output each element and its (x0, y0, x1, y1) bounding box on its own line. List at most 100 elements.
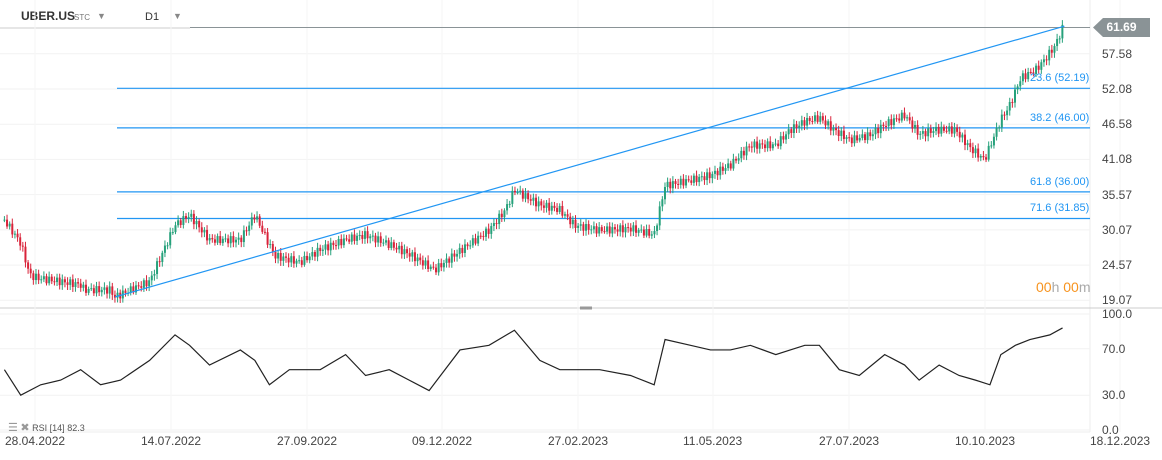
candle-body (837, 130, 840, 136)
candle-body (187, 216, 190, 219)
candle-body (363, 231, 366, 239)
candle-body (435, 267, 438, 273)
candle-body (308, 256, 311, 261)
candle-body (466, 244, 469, 247)
candle-body (861, 134, 864, 138)
candle-body (598, 227, 601, 234)
candle-body (498, 213, 501, 225)
candle-body (582, 224, 585, 231)
candle-body (8, 223, 11, 227)
candle-body (785, 134, 788, 140)
candle-body (640, 229, 643, 231)
candle-body (274, 251, 277, 259)
candle-body (371, 235, 374, 237)
candle-body (327, 244, 330, 251)
rsi-close-icon[interactable]: ✖ (20, 422, 29, 434)
candle-body (61, 279, 64, 286)
price-tick-label: 19.07 (1102, 293, 1133, 308)
candle-body (929, 128, 932, 133)
candle-body (345, 238, 348, 240)
timer-m-unit: m (1078, 279, 1091, 295)
candle-body (1042, 59, 1045, 63)
candle-timer: 00h 00m (1036, 279, 1091, 295)
candle-body (969, 143, 972, 148)
candle-body (824, 120, 827, 126)
candle-body (382, 242, 385, 244)
candle-body (745, 146, 748, 156)
rsi-tick-label: 30.0 (1102, 388, 1126, 403)
candle-body (792, 124, 795, 134)
price-tick-label: 24.57 (1102, 258, 1133, 273)
candle-body (982, 156, 985, 158)
candle-body (816, 115, 819, 122)
candle-body (469, 245, 472, 247)
candle-body (535, 197, 538, 207)
candle-body (161, 252, 164, 262)
candle-body (671, 181, 674, 189)
candle-body (842, 130, 845, 139)
candle-body (711, 173, 714, 179)
candle-body (13, 233, 16, 235)
candle-body (329, 242, 332, 251)
candle-body (287, 257, 290, 263)
candle-body (448, 258, 451, 263)
candle-body (50, 276, 53, 282)
candle-body (37, 273, 40, 281)
candle-body (737, 158, 740, 161)
candle-body (490, 226, 493, 234)
candle-body (900, 112, 903, 121)
candle-body (569, 216, 572, 225)
candle-body (458, 247, 461, 254)
candle-body (311, 252, 314, 257)
candle-body (971, 147, 974, 154)
candle-body (395, 247, 398, 250)
candle-body (227, 238, 230, 244)
candle-body (171, 232, 174, 234)
candle-body (337, 238, 340, 246)
candle-body (666, 181, 669, 188)
candle-body (545, 202, 548, 208)
candle-body (208, 237, 211, 241)
candle-body (908, 117, 911, 121)
candle-body (782, 136, 785, 140)
candle-body (987, 145, 990, 160)
candle-body (453, 253, 456, 257)
candle-body (290, 256, 293, 263)
candle-body (832, 127, 835, 131)
candle-body (656, 225, 659, 232)
candle-body (1024, 73, 1027, 80)
candle-body (69, 279, 72, 285)
candle-body (332, 242, 335, 246)
candle-body (242, 230, 245, 243)
candle-body (948, 126, 951, 132)
candle-body (416, 257, 419, 262)
price-tick-label: 52.08 (1102, 82, 1133, 96)
candle-body (1027, 71, 1030, 80)
candle-body (819, 116, 822, 122)
candle-body (282, 256, 285, 261)
candle-body (24, 246, 27, 263)
candle-body (1037, 65, 1040, 70)
candle-body (216, 236, 219, 243)
candle-body (877, 127, 880, 134)
price-chart[interactable] (0, 0, 1162, 460)
candle-body (87, 288, 90, 293)
candle-body (221, 238, 224, 244)
candle-body (616, 229, 619, 232)
candle-body (958, 131, 961, 138)
candle-body (1000, 114, 1003, 128)
candle-body (774, 143, 777, 145)
candle-body (753, 141, 756, 148)
candle-body (771, 144, 774, 149)
candle-body (277, 252, 280, 259)
candle-body (795, 124, 798, 128)
candle-body (840, 130, 843, 136)
candle-body (58, 277, 61, 286)
candle-body (750, 146, 753, 148)
candle-body (92, 288, 95, 294)
candle-body (813, 115, 816, 122)
candle-body (485, 228, 488, 237)
candle-body (1040, 62, 1043, 70)
candle-body (1003, 114, 1006, 116)
rsi-settings-icon[interactable]: ☰ (8, 422, 18, 434)
